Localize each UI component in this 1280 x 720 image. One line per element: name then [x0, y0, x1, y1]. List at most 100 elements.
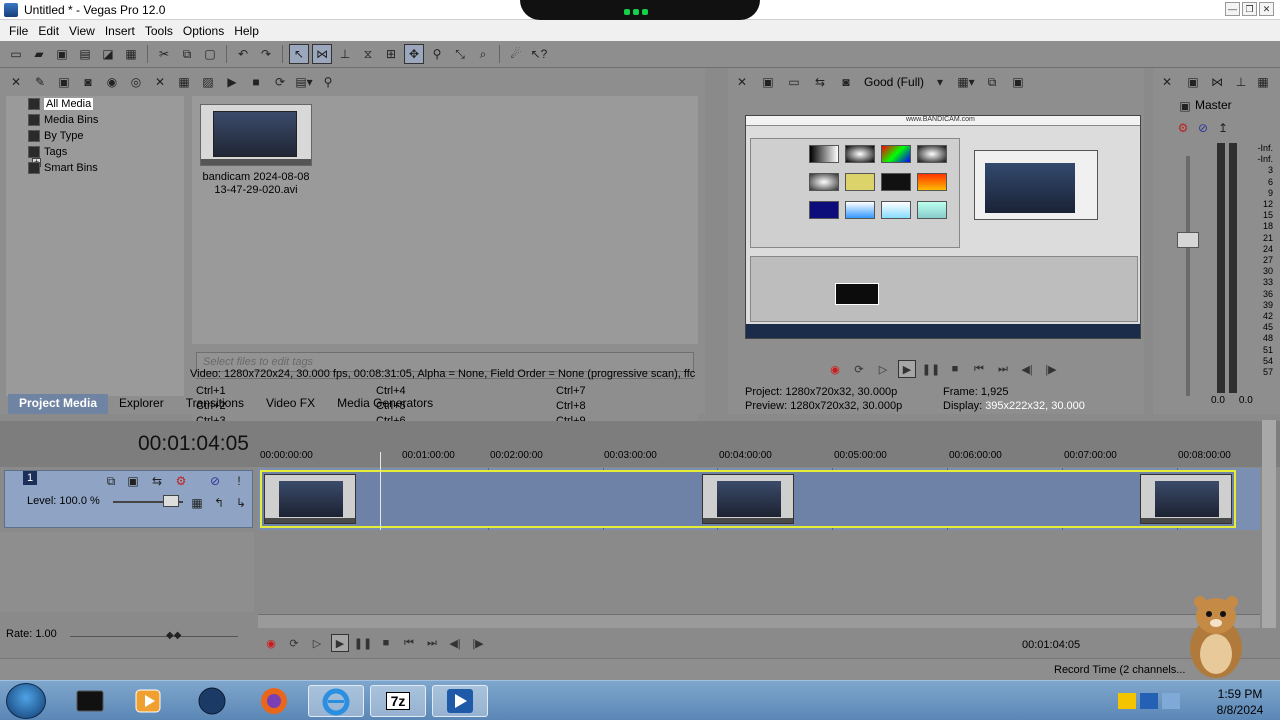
tree-by-type[interactable]: By Type [28, 128, 84, 144]
go-to-start-icon[interactable]: ⏮ [400, 634, 418, 652]
capture-video-icon[interactable]: ▣ [54, 72, 74, 92]
save-snapshot-icon[interactable]: ▣ [1008, 72, 1028, 92]
snapping-icon[interactable]: ⊥ [335, 44, 355, 64]
menu-view[interactable]: View [64, 24, 100, 38]
menu-insert[interactable]: Insert [100, 24, 140, 38]
remove-media-icon[interactable]: ✕ [150, 72, 170, 92]
maximize-button[interactable]: ❐ [1242, 2, 1257, 16]
auto-ripple-icon[interactable]: ⊞ [381, 44, 401, 64]
next-frame-icon[interactable]: |▶ [1042, 360, 1060, 378]
prev-frame-icon[interactable]: ◀| [1018, 360, 1036, 378]
go-to-end-icon[interactable]: ⏭ [423, 634, 441, 652]
track-fx-icon[interactable]: ⚙ [171, 471, 191, 491]
properties-icon[interactable]: ▦ [121, 44, 141, 64]
dim-output-icon[interactable]: ⊥ [1231, 72, 1251, 92]
make-child-icon[interactable]: ↳ [231, 493, 251, 513]
chevron-down-icon[interactable]: ▾ [930, 72, 950, 92]
prev-frame-icon[interactable]: ◀| [446, 634, 464, 652]
tree-tags[interactable]: Tags [28, 144, 67, 160]
record-icon[interactable]: ◉ [826, 360, 844, 378]
timeline-horizontal-scrollbar[interactable] [258, 614, 1260, 628]
ps-app-icon[interactable] [184, 685, 240, 717]
master-fader[interactable] [1177, 232, 1199, 248]
media-player-app-icon[interactable] [120, 685, 176, 717]
tab-explorer[interactable]: Explorer [108, 394, 175, 414]
preview-properties-icon[interactable]: ▣ [758, 72, 778, 92]
firefox-icon[interactable] [246, 685, 302, 717]
mixer-properties-icon[interactable]: ▣ [1183, 72, 1203, 92]
menu-help[interactable]: Help [229, 24, 264, 38]
make-parent-icon[interactable]: ↰ [209, 493, 229, 513]
tree-media-bins[interactable]: Media Bins [28, 112, 98, 128]
stop-preview-icon[interactable]: ■ [246, 72, 266, 92]
go-to-start-icon[interactable]: ⏮ [970, 360, 988, 378]
whats-this-help-icon[interactable]: ↖? [529, 44, 549, 64]
taskbar-clock[interactable]: 1:59 PM 8/8/2024 [1200, 686, 1280, 718]
tray-up-arrow-icon[interactable] [1118, 693, 1136, 709]
mute-track-icon[interactable]: ⊘ [205, 471, 225, 491]
get-media-web-icon[interactable]: ◉ [102, 72, 122, 92]
close-button[interactable]: ✕ [1259, 2, 1274, 16]
rate-slider-knob[interactable]: ◆◆ [166, 630, 186, 642]
auto-play-icon[interactable]: ⟳ [270, 72, 290, 92]
tab-project-media[interactable]: Project Media [8, 394, 109, 414]
solo-track-icon[interactable]: ! [229, 471, 249, 491]
playhead-cursor[interactable] [380, 452, 381, 530]
zoom-tool-icon[interactable]: ⌕ [473, 44, 493, 64]
search-icon[interactable]: ⚲ [318, 72, 338, 92]
tree-smart-bins[interactable]: Smart Bins [28, 160, 98, 176]
media-fx-chain-icon[interactable]: ▨ [198, 72, 218, 92]
open-folder-icon[interactable]: ▰ [29, 44, 49, 64]
play-icon[interactable]: ▶ [898, 360, 916, 378]
tab-transitions[interactable]: Transitions [175, 394, 255, 414]
play-from-start-icon[interactable]: ▷ [874, 360, 892, 378]
automation-settings-icon[interactable]: ⇆ [147, 471, 167, 491]
auto-preview-icon[interactable]: ▶ [222, 72, 242, 92]
close-pane-icon[interactable]: ✕ [1157, 72, 1177, 92]
overlays-icon[interactable]: ▦▾ [956, 72, 976, 92]
views-icon[interactable]: ▤▾ [294, 72, 314, 92]
pause-icon[interactable]: ❚❚ [922, 360, 940, 378]
media-fx-icon[interactable]: ◎ [126, 72, 146, 92]
close-pane-icon[interactable]: ✕ [6, 72, 26, 92]
preview-fx-icon[interactable]: ◙ [836, 72, 856, 92]
tray-volume-icon[interactable] [1162, 693, 1180, 709]
downmix-icon[interactable]: ⋈ [1207, 72, 1227, 92]
cmd-app-icon[interactable] [62, 685, 118, 717]
redo-icon[interactable]: ↷ [256, 44, 276, 64]
vegas-pro-icon[interactable] [432, 685, 488, 717]
menu-file[interactable]: File [4, 24, 33, 38]
minimize-button[interactable]: — [1225, 2, 1240, 16]
record-icon[interactable]: ◉ [262, 634, 280, 652]
new-file-icon[interactable]: ▭ [6, 44, 26, 64]
preview-quality-dropdown[interactable]: Good (Full) [864, 75, 924, 89]
next-frame-icon[interactable]: |▶ [469, 634, 487, 652]
normal-edit-tool-icon[interactable]: ↖ [289, 44, 309, 64]
7zip-icon[interactable]: 7z [370, 685, 426, 717]
mono-icon[interactable]: ▦ [1253, 72, 1273, 92]
track-motion-icon[interactable]: ▣ [123, 471, 143, 491]
media-properties-icon[interactable]: ▦ [174, 72, 194, 92]
stop-icon[interactable]: ■ [946, 360, 964, 378]
external-monitor-icon[interactable]: ▭ [784, 72, 804, 92]
render-icon[interactable]: ◪ [98, 44, 118, 64]
go-to-end-icon[interactable]: ⏭ [994, 360, 1012, 378]
mute-icon[interactable]: ⊘ [1193, 118, 1213, 138]
selection-tool-icon[interactable]: ⤡ [450, 44, 470, 64]
time-ruler[interactable]: 00:00:00:00 00:01:00:00 00:02:00:00 00:0… [258, 450, 1260, 468]
import-media-icon[interactable]: ✎ [30, 72, 50, 92]
composite-mode-icon[interactable]: ⧉ [101, 471, 121, 491]
tray-monitor-icon[interactable] [1140, 693, 1158, 709]
media-thumbnail[interactable] [200, 104, 312, 166]
internet-explorer-icon[interactable] [308, 685, 364, 717]
play-icon[interactable]: ▶ [331, 634, 349, 652]
online-help-icon[interactable]: ☄ [506, 44, 526, 64]
undo-icon[interactable]: ↶ [233, 44, 253, 64]
paste-icon[interactable]: ▢ [200, 44, 220, 64]
get-photo-icon[interactable]: ◙ [78, 72, 98, 92]
cut-icon[interactable]: ✂ [154, 44, 174, 64]
pause-icon[interactable]: ❚❚ [354, 634, 372, 652]
master-fx-icon[interactable]: ⚙ [1173, 118, 1193, 138]
split-screen-icon[interactable]: ⇆ [810, 72, 830, 92]
automation-icon[interactable]: ↥ [1213, 118, 1233, 138]
